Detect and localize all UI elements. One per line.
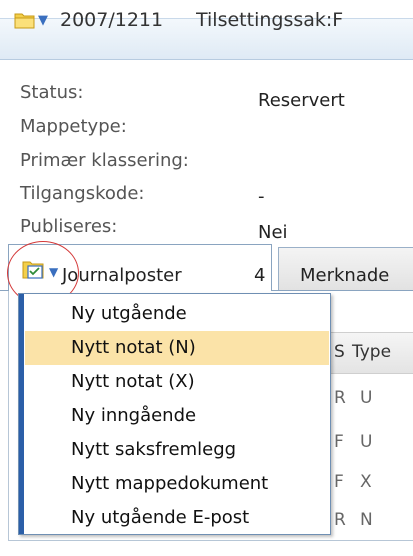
menu-item-ny-inngaende[interactable]: Ny inngående (25, 399, 329, 433)
table-bottom-border (8, 540, 413, 541)
new-journalpost-menu: Ny utgående Nytt notat (N) Nytt notat (X… (18, 293, 331, 535)
table-border (8, 291, 9, 541)
menu-item-nytt-notat-x[interactable]: Nytt notat (X) (25, 365, 329, 399)
primary-classification-label: Primær klassering: (20, 150, 189, 171)
access-code-label: Tilgangskode: (20, 183, 145, 204)
table-cell: N (360, 510, 373, 530)
column-header-s[interactable]: S (334, 342, 345, 362)
status-label: Status: (20, 82, 84, 103)
menu-item-ny-utgaende[interactable]: Ny utgående (25, 297, 329, 331)
table-cell: X (360, 472, 372, 492)
publish-label: Publiseres: (20, 216, 118, 237)
status-value: Reservert (258, 90, 345, 111)
tab-journalposter-count: 4 (254, 265, 266, 286)
folder-menu-caret-icon[interactable]: ▼ (38, 13, 48, 29)
table-cell: U (360, 388, 373, 408)
menu-item-nytt-mappedokument[interactable]: Nytt mappedokument (25, 467, 329, 501)
table-cell: F (334, 432, 344, 452)
table-cell: F (334, 472, 344, 492)
access-code-value: - (258, 186, 265, 207)
menu-gutter (19, 294, 24, 534)
table-cell: U (360, 432, 373, 452)
mappetype-label: Mappetype: (20, 116, 127, 137)
table-cell: R (334, 388, 346, 408)
column-header-type[interactable]: Type (352, 342, 391, 362)
publish-value: Nei (258, 222, 288, 243)
menu-item-nytt-saksfremlegg[interactable]: Nytt saksfremlegg (25, 433, 329, 467)
tab-journalposter-label: Journalposter (62, 265, 182, 286)
menu-item-nytt-notat-n[interactable]: Nytt notat (N) (25, 331, 329, 365)
case-number: 2007/1211 (60, 9, 164, 31)
menu-item-ny-utgaende-epost[interactable]: Ny utgående E-post (25, 501, 329, 535)
case-title: Tilsettingssak:F (196, 9, 344, 31)
tab-merknader-label: Merknade (300, 265, 390, 286)
folder-icon[interactable] (14, 9, 36, 31)
table-cell: R (334, 510, 346, 530)
